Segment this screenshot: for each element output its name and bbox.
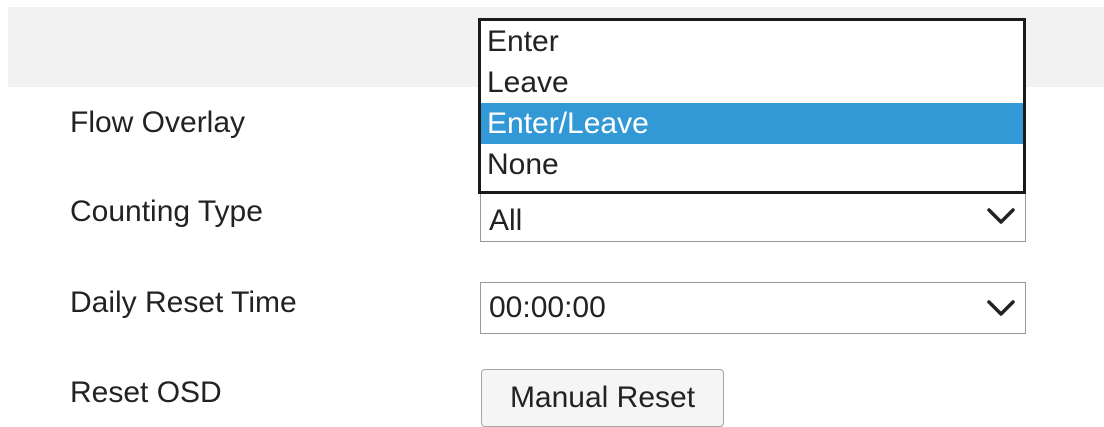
chevron-down-icon [987,208,1015,224]
reset-osd-label: Reset OSD [70,376,222,409]
manual-reset-button[interactable]: Manual Reset [481,369,724,427]
flow-overlay-option-none[interactable]: None [481,144,1023,185]
counting-type-select[interactable]: All [480,190,1026,242]
flow-overlay-label: Flow Overlay [70,106,246,139]
flow-overlay-option-enter[interactable]: Enter [481,21,1023,62]
chevron-down-icon [987,300,1015,316]
daily-reset-time-label: Daily Reset Time [70,286,297,319]
flow-overlay-option-leave[interactable]: Leave [481,62,1023,103]
daily-reset-time-select[interactable]: 00:00:00 [480,282,1026,334]
daily-reset-time-value: 00:00:00 [489,291,606,324]
counting-type-label: Counting Type [70,195,263,228]
counting-type-value: All [489,204,523,237]
settings-page: Flow Overlay Enter Leave Enter/Leave Non… [0,0,1104,427]
flow-overlay-dropdown-list[interactable]: Enter Leave Enter/Leave None [478,18,1026,194]
flow-overlay-option-enter-leave[interactable]: Enter/Leave [481,103,1023,144]
